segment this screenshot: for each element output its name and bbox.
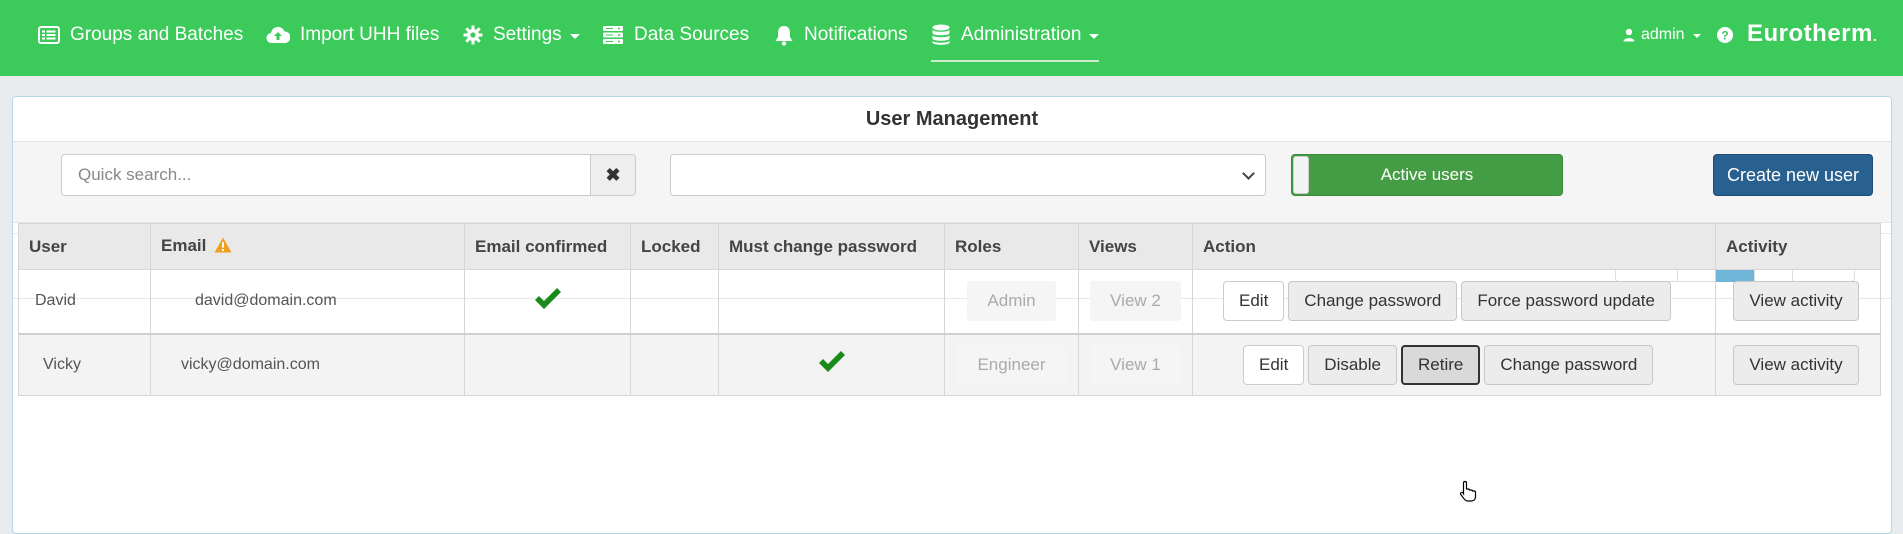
table-row: David david@domain.com Admin View 2 Edit… xyxy=(18,269,1881,335)
table-header-row: User Email Email confirmed Locked Must c… xyxy=(18,223,1881,270)
nav-groups-and-batches[interactable]: Groups and Batches xyxy=(38,0,243,70)
svg-text:?: ? xyxy=(1721,29,1728,43)
view-activity-button[interactable]: View activity xyxy=(1733,344,1859,385)
create-new-user-button[interactable]: Create new user xyxy=(1713,154,1873,196)
gear-icon xyxy=(463,25,483,45)
column-header[interactable]: Activity xyxy=(1715,223,1881,270)
cloud-upload-icon xyxy=(266,26,290,44)
locked-cell xyxy=(630,333,719,396)
server-icon xyxy=(602,25,624,45)
action-cell: Edit Change password Force password update xyxy=(1192,269,1716,335)
active-users-toggle[interactable]: Active users xyxy=(1291,154,1563,196)
change-password-button[interactable]: Change password xyxy=(1288,281,1458,322)
nav-label: Import UHH files xyxy=(300,24,440,45)
nav-label: Groups and Batches xyxy=(70,24,244,45)
disable-button[interactable]: Disable xyxy=(1308,344,1397,385)
nav-label: Data Sources xyxy=(634,24,750,45)
must-change-password-cell xyxy=(718,333,945,396)
check-icon xyxy=(533,287,563,315)
nav-label: Administration xyxy=(961,24,1082,45)
column-header[interactable]: Email confirmed xyxy=(464,223,631,270)
user-name-cell: Vicky xyxy=(18,333,151,396)
table-row: Vicky vicky@domain.com Engineer View 1 E… xyxy=(18,333,1881,396)
brand-logo: Eurotherm. xyxy=(1747,20,1878,47)
toggle-knob[interactable] xyxy=(1293,156,1309,194)
caret-down-icon xyxy=(1089,33,1100,39)
toggle-label: Active users xyxy=(1380,165,1474,184)
retire-button[interactable]: Retire xyxy=(1401,344,1481,385)
view-chip: View 1 xyxy=(1090,344,1181,385)
nav-administration[interactable]: Administration xyxy=(931,0,1100,70)
view-chip: View 2 xyxy=(1090,281,1181,322)
email-confirmed-cell xyxy=(464,333,631,396)
caret-down-icon xyxy=(569,33,580,39)
question-circle-icon: ? xyxy=(1716,26,1734,44)
nav-settings[interactable]: Settings xyxy=(463,0,580,70)
email-cell: vicky@domain.com xyxy=(150,333,465,396)
user-menu[interactable]: admin xyxy=(1623,0,1701,70)
edit-button[interactable]: Edit xyxy=(1243,344,1305,385)
role-chip: Admin xyxy=(967,281,1056,322)
nav-notifications[interactable]: Notifications xyxy=(774,0,908,70)
column-header[interactable]: Action xyxy=(1192,223,1716,270)
warning-icon xyxy=(214,237,232,258)
caret-down-icon xyxy=(1692,34,1701,38)
email-cell: david@domain.com xyxy=(150,269,465,335)
roles-cell: Admin xyxy=(944,269,1079,335)
top-navbar: Groups and Batches Import UHH files Sett… xyxy=(0,0,1903,76)
quick-search-input[interactable] xyxy=(61,154,591,196)
users-table: User Email Email confirmed Locked Must c… xyxy=(18,223,1881,396)
list-icon xyxy=(38,26,60,44)
nav-label: Settings xyxy=(493,24,562,45)
column-header[interactable]: User xyxy=(18,223,151,270)
role-filter-select[interactable] xyxy=(670,154,1266,196)
views-cell: View 2 xyxy=(1078,269,1193,335)
users-table-wrap: User Email Email confirmed Locked Must c… xyxy=(18,223,1881,396)
column-header[interactable]: Must change password xyxy=(718,223,945,270)
action-cell: Edit Disable Retire Change password xyxy=(1192,333,1716,396)
column-header-email[interactable]: Email xyxy=(150,223,465,270)
hand-cursor-icon xyxy=(1459,480,1477,507)
activity-cell: View activity xyxy=(1715,269,1881,335)
view-activity-button[interactable]: View activity xyxy=(1733,281,1859,322)
force-password-update-button[interactable]: Force password update xyxy=(1461,281,1671,322)
email-confirmed-cell xyxy=(464,269,631,335)
column-header[interactable]: Views xyxy=(1078,223,1193,270)
activity-cell: View activity xyxy=(1715,333,1881,396)
roles-cell: Engineer xyxy=(944,333,1079,396)
column-header[interactable]: Locked xyxy=(630,223,719,270)
change-password-button[interactable]: Change password xyxy=(1484,344,1654,385)
role-chip: Engineer xyxy=(957,344,1066,385)
views-cell: View 1 xyxy=(1078,333,1193,396)
bell-icon xyxy=(774,24,794,46)
user-name-cell: David xyxy=(18,269,151,335)
edit-button[interactable]: Edit xyxy=(1223,281,1285,322)
chevron-down-icon xyxy=(1242,167,1255,180)
help-button[interactable]: ? xyxy=(1716,0,1744,70)
user-icon xyxy=(1623,28,1635,42)
close-icon: ✖ xyxy=(605,164,621,185)
check-icon xyxy=(817,351,847,378)
user-name: admin xyxy=(1641,26,1685,43)
database-icon xyxy=(931,24,951,46)
nav-data-sources[interactable]: Data Sources xyxy=(602,0,749,70)
panel-title: User Management xyxy=(865,108,1039,130)
locked-cell xyxy=(630,269,719,335)
nav-import-uhh-files[interactable]: Import UHH files xyxy=(266,0,439,70)
clear-search-button[interactable]: ✖ xyxy=(590,154,636,196)
nav-label: Notifications xyxy=(804,24,908,45)
filter-bar: ✖ Active users Create new user xyxy=(13,141,1891,223)
column-header[interactable]: Roles xyxy=(944,223,1079,270)
must-change-password-cell xyxy=(718,269,945,335)
